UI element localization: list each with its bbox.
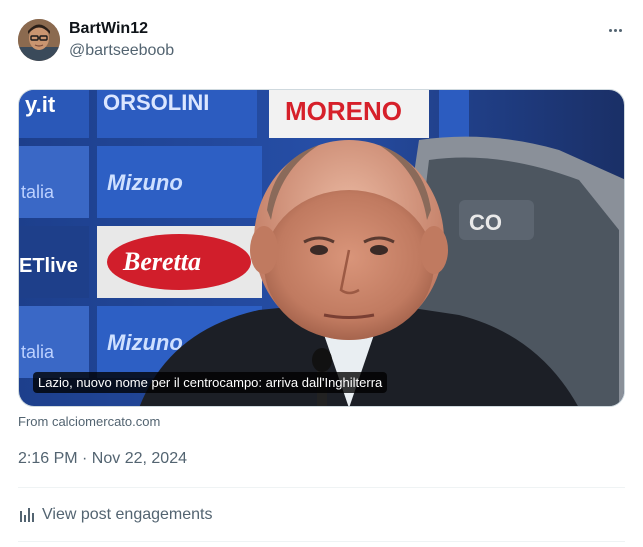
svg-text:Mizuno: Mizuno — [107, 330, 183, 355]
divider — [18, 541, 625, 542]
svg-text:Mizuno: Mizuno — [107, 170, 183, 195]
author-handle[interactable]: @bartseeboob — [69, 42, 174, 60]
avatar-image — [18, 19, 60, 61]
view-engagements-label: View post engagements — [42, 506, 213, 523]
avatar[interactable] — [18, 19, 60, 61]
svg-text:ORSOLINI: ORSOLINI — [103, 90, 209, 115]
more-options-icon[interactable] — [605, 22, 625, 38]
svg-text:y.it: y.it — [25, 92, 56, 117]
link-preview-card[interactable]: y.it ORSOLINI MORENO talia Mizuno ETlive… — [18, 89, 625, 407]
svg-text:talia: talia — [21, 182, 55, 202]
link-source[interactable]: From calciomercato.com — [18, 414, 160, 429]
svg-text:MORENO: MORENO — [285, 96, 402, 126]
view-engagements-link[interactable]: View post engagements — [18, 506, 212, 524]
author-display-name[interactable]: BartWin12 — [69, 20, 148, 38]
post-timestamp[interactable]: 2:16 PM · Nov 22, 2024 — [18, 450, 187, 468]
press-conference-photo: y.it ORSOLINI MORENO talia Mizuno ETlive… — [19, 90, 624, 406]
svg-text:talia: talia — [21, 342, 55, 362]
divider — [18, 487, 625, 488]
svg-text:CO: CO — [469, 210, 502, 235]
analytics-bars-icon — [20, 508, 34, 522]
media-caption: Lazio, nuovo nome per il centrocampo: ar… — [33, 372, 388, 393]
svg-text:Beretta: Beretta — [122, 247, 201, 276]
svg-text:ETlive: ETlive — [19, 255, 78, 277]
